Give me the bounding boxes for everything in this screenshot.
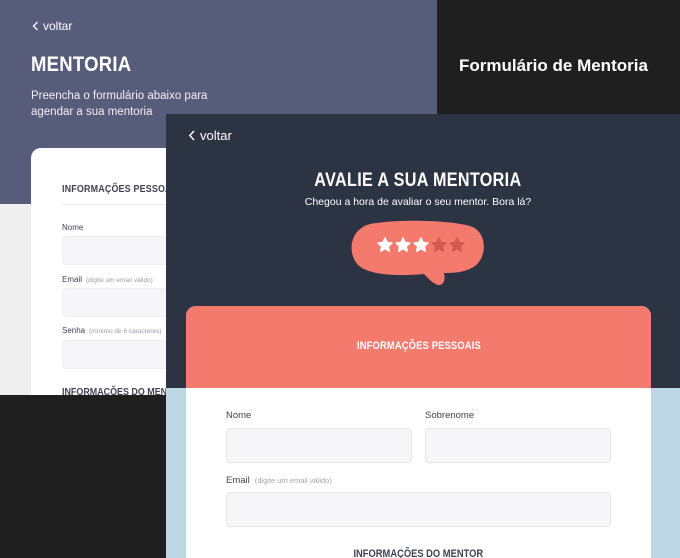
back-link[interactable]: voltar — [32, 19, 72, 33]
name-label: Nome — [226, 410, 252, 421]
name-label: Nome — [62, 223, 84, 232]
showcase-caption: Formulário de Mentoria — [459, 56, 648, 75]
surname-label: Sobrenome — [425, 410, 475, 421]
back-link[interactable]: voltar — [188, 128, 232, 143]
page-subtitle: Chegou a hora de avaliar o seu mentor. B… — [304, 196, 532, 208]
star-filled-icon[interactable] — [395, 237, 411, 253]
avaliacao-screen: voltar AVALIE A SUA MENTORIA Chegou a ho… — [166, 114, 680, 558]
rating-bubble — [351, 220, 484, 286]
back-link-label: voltar — [200, 128, 232, 143]
page-title: MENTORIA — [31, 53, 132, 76]
password-hint: (mínimo de 6 caracteres) — [89, 328, 162, 335]
email-label: Email (digite um email válido) — [62, 275, 153, 284]
star-empty-icon[interactable] — [431, 237, 447, 253]
section-header-personal: INFORMAÇÕES PESSOAIS — [186, 306, 651, 388]
email-label: Email (digite um email válido) — [226, 475, 332, 486]
password-label: Senha (mínimo de 6 caracteres) — [62, 326, 162, 335]
surname-input[interactable] — [425, 428, 611, 463]
avaliacao-form-card: INFORMAÇÕES PESSOAIS Nome Sobrenome Emai… — [186, 306, 651, 558]
section-title-personal: INFORMAÇÕES PESSOAIS — [62, 183, 181, 195]
email-hint: (digite um email válido) — [86, 277, 153, 284]
section-title-personal: INFORMAÇÕES PESSOAIS — [356, 340, 481, 352]
chevron-left-icon — [188, 130, 195, 141]
page-title: AVALIE A SUA MENTORIA — [314, 170, 522, 191]
star-rating[interactable] — [377, 237, 465, 253]
section-title-mentor: INFORMAÇÕES DO MENTOR — [353, 548, 484, 558]
chevron-left-icon — [32, 21, 38, 31]
star-empty-icon[interactable] — [449, 237, 465, 253]
email-hint: (digite um email válido) — [254, 476, 332, 485]
star-filled-icon[interactable] — [377, 237, 393, 253]
star-filled-icon[interactable] — [413, 237, 429, 253]
email-input[interactable] — [226, 492, 611, 527]
name-input[interactable] — [226, 428, 412, 463]
back-link-label: voltar — [43, 19, 73, 33]
